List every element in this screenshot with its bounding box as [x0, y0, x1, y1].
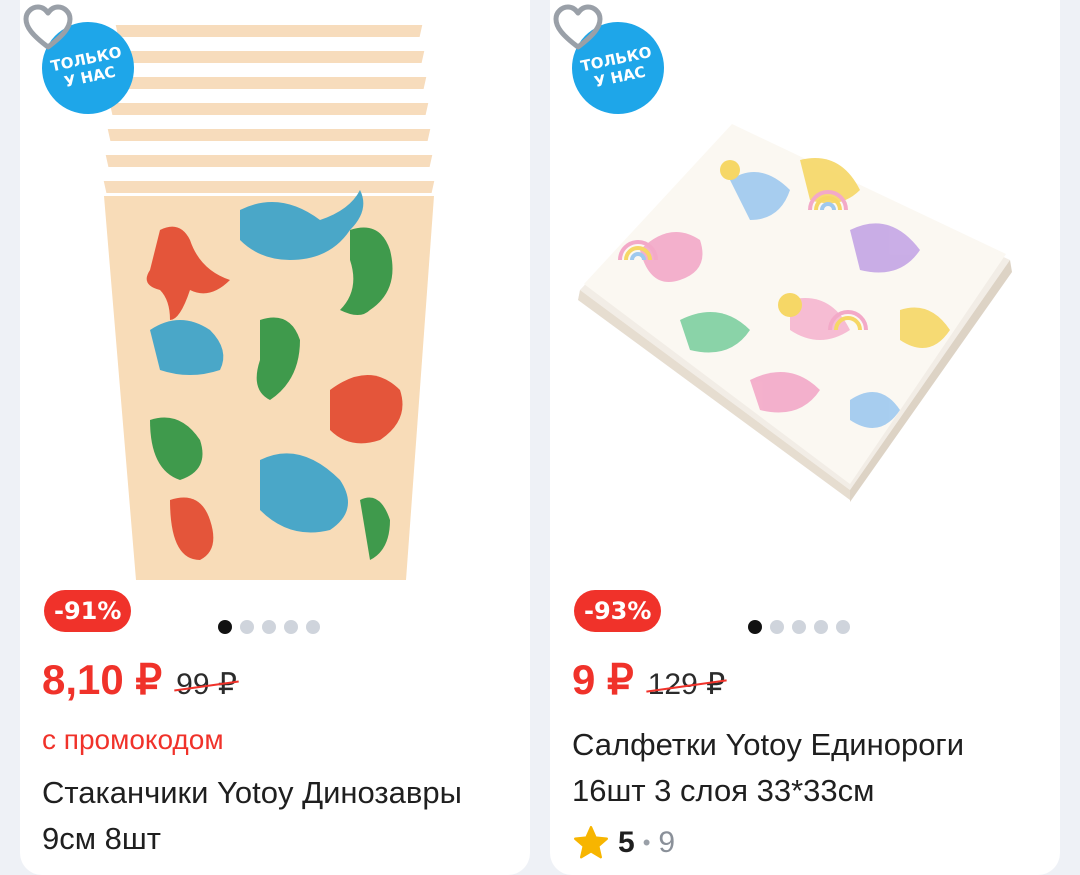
carousel-dot[interactable] [240, 620, 254, 634]
promo-code-label: с промокодом [42, 724, 224, 755]
rating-row[interactable]: 5 • 9 [572, 824, 675, 862]
product-card-napkins[interactable]: ТОЛЬКО У НАС -93% 9 ₽ 129 ₽ Салфетки Yot… [550, 0, 1060, 875]
carousel-dot[interactable] [836, 620, 850, 634]
current-price: 9 ₽ [572, 656, 634, 703]
product-card-cups[interactable]: ТОЛЬКО У НАС -91% 8,10 ₽ 99 ₽ с промокод… [20, 0, 530, 875]
old-price: 129 ₽ [647, 668, 726, 701]
image-carousel-dots[interactable] [218, 620, 320, 634]
review-count: 9 [658, 826, 676, 859]
product-image[interactable]: ТОЛЬКО У НАС [550, 0, 1060, 590]
star-icon [573, 825, 609, 859]
carousel-dot[interactable] [262, 620, 276, 634]
product-title[interactable]: Стаканчики Yotoy Динозавры 9см 8шт [42, 770, 512, 862]
discount-badge: -91% [44, 590, 132, 632]
current-price: 8,10 ₽ [42, 656, 163, 703]
price-row: 9 ₽ 129 ₽ [572, 655, 725, 704]
heart-favorite-icon[interactable] [20, 0, 76, 56]
rating-score: 5 [618, 826, 635, 859]
carousel-dot[interactable] [306, 620, 320, 634]
heart-favorite-icon[interactable] [550, 0, 606, 56]
product-title[interactable]: Салфетки Yotoy Единороги 16шт 3 слоя 33*… [572, 722, 1042, 814]
product-image[interactable]: ТОЛЬКО У НАС [20, 0, 530, 590]
old-price: 99 ₽ [176, 668, 237, 701]
carousel-dot[interactable] [770, 620, 784, 634]
image-carousel-dots[interactable] [748, 620, 850, 634]
carousel-dot[interactable] [218, 620, 232, 634]
price-row: 8,10 ₽ 99 ₽ [42, 655, 237, 704]
carousel-dot[interactable] [284, 620, 298, 634]
carousel-dot[interactable] [792, 620, 806, 634]
carousel-dot[interactable] [748, 620, 762, 634]
carousel-dot[interactable] [814, 620, 828, 634]
discount-badge: -93% [574, 590, 662, 632]
rating-separator: • [642, 830, 651, 855]
